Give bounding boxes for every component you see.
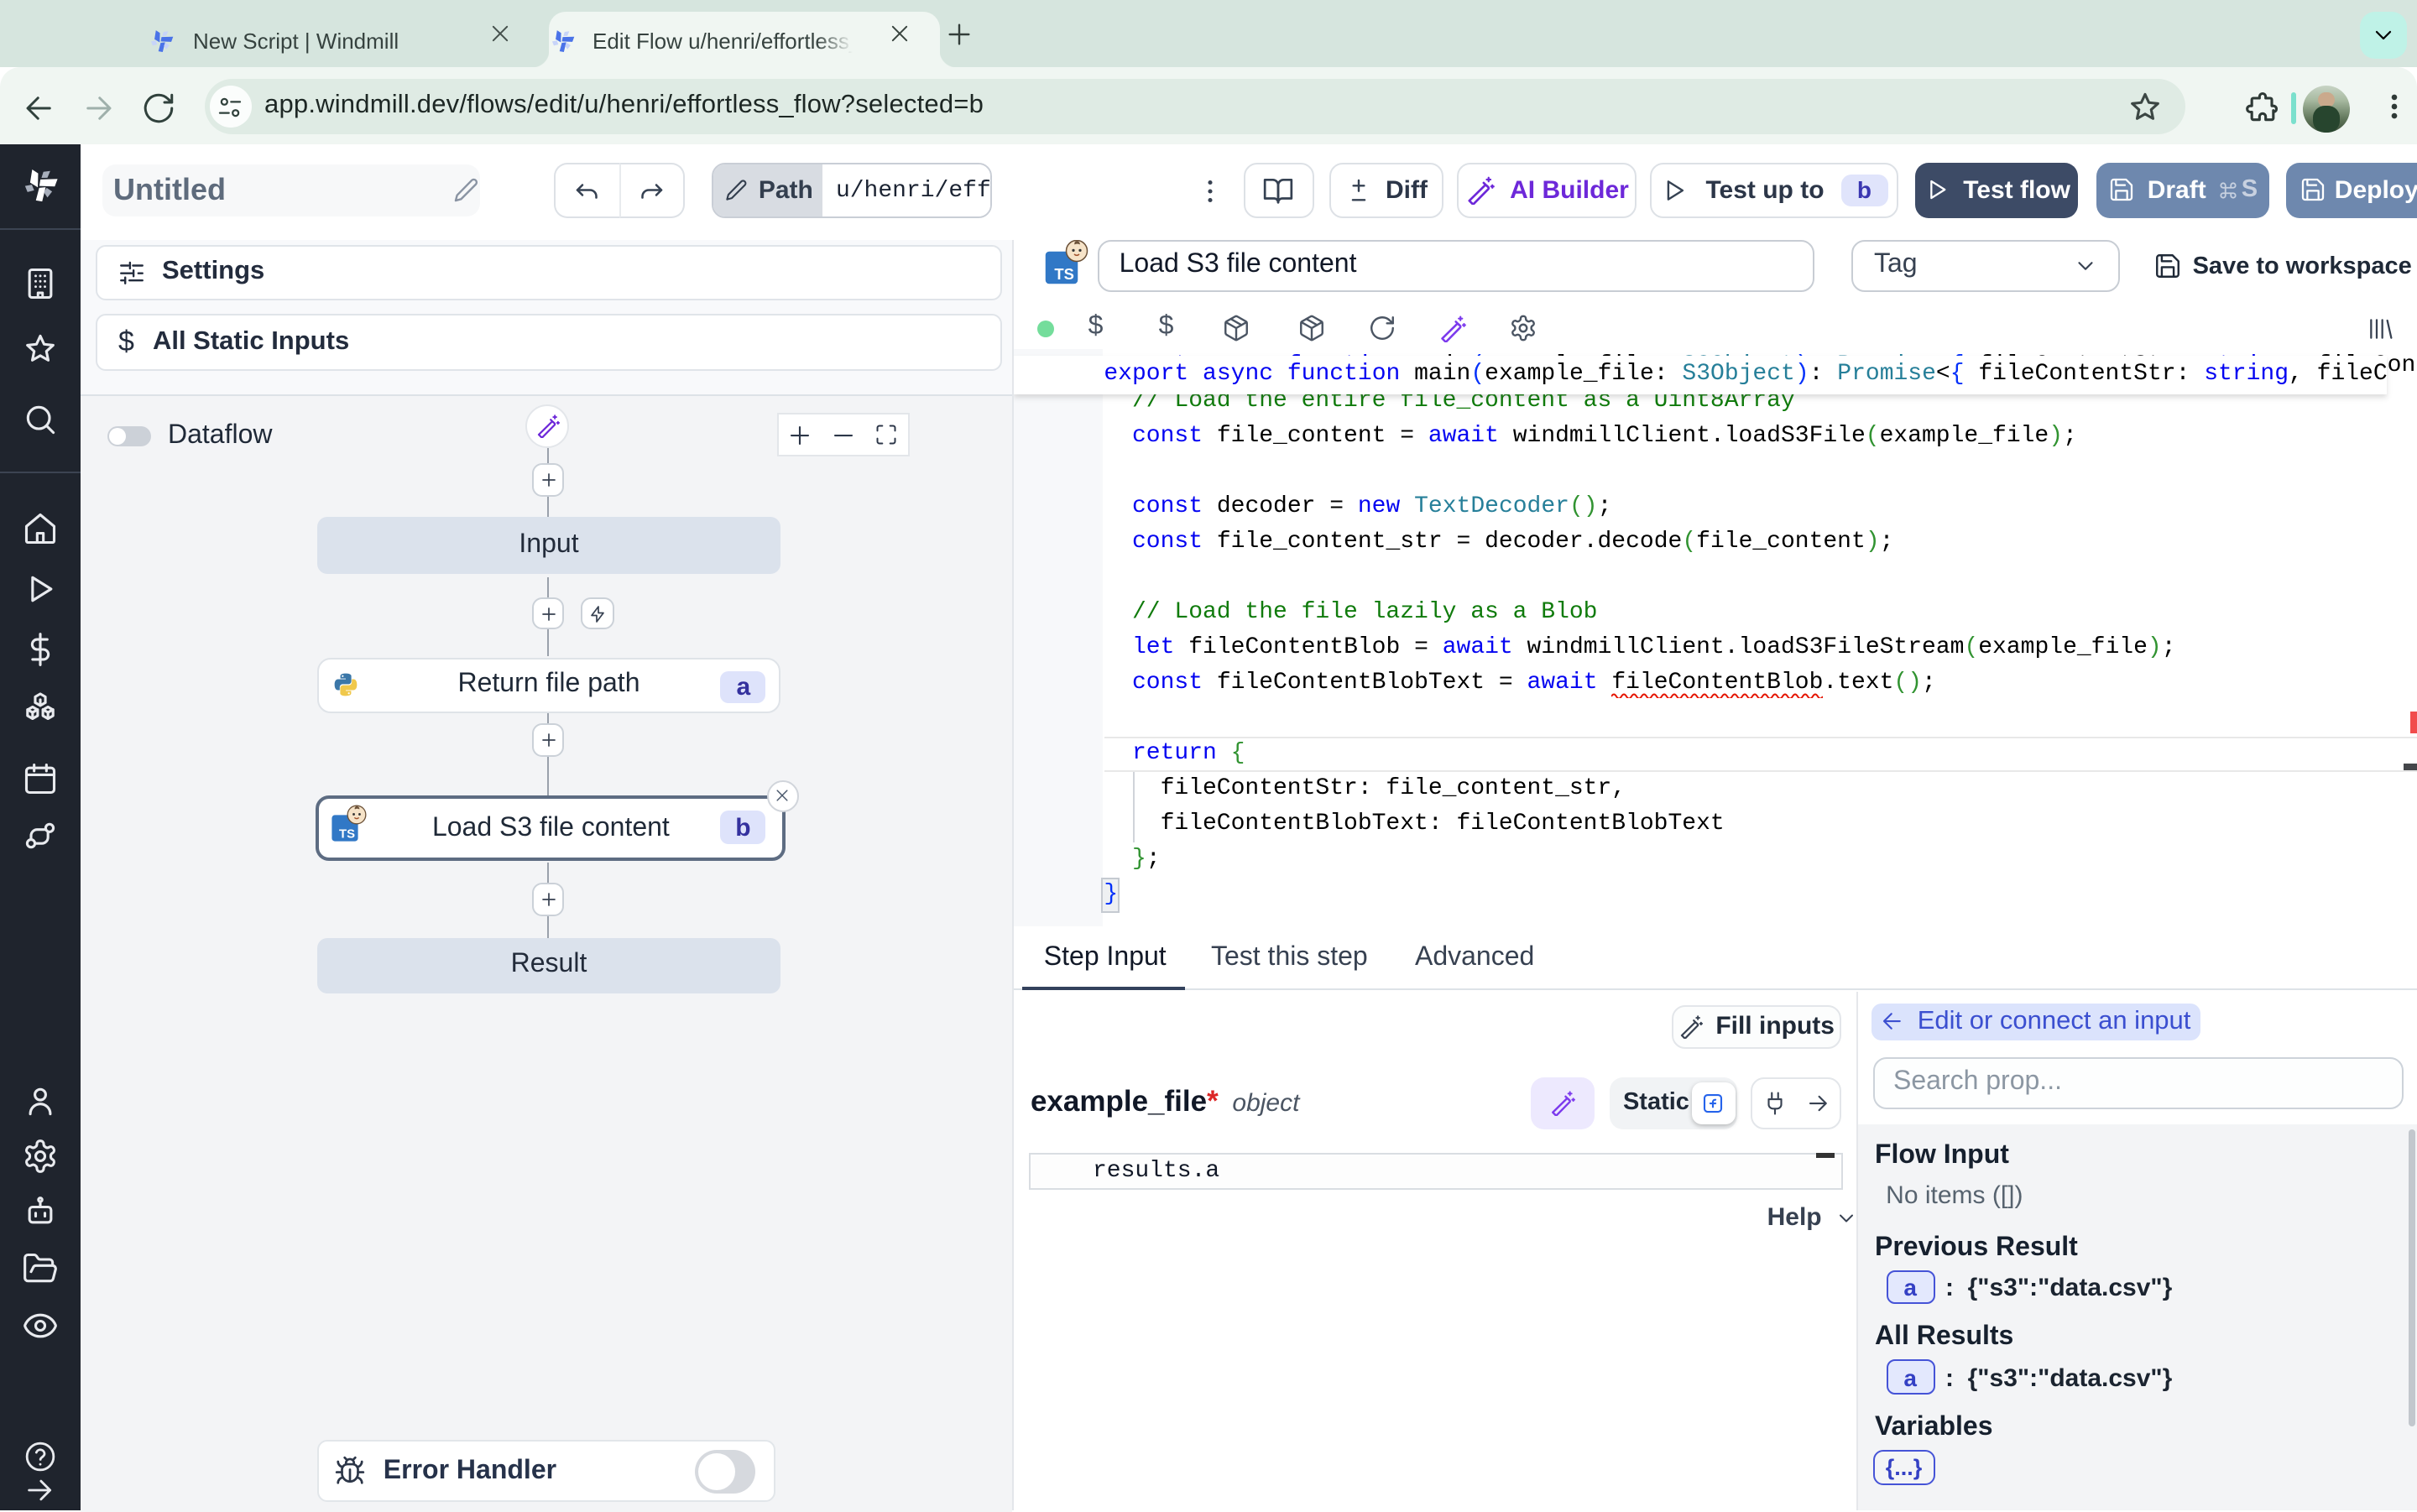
svg-text:TS: TS [1055, 264, 1074, 282]
svg-text:TS: TS [339, 828, 355, 842]
